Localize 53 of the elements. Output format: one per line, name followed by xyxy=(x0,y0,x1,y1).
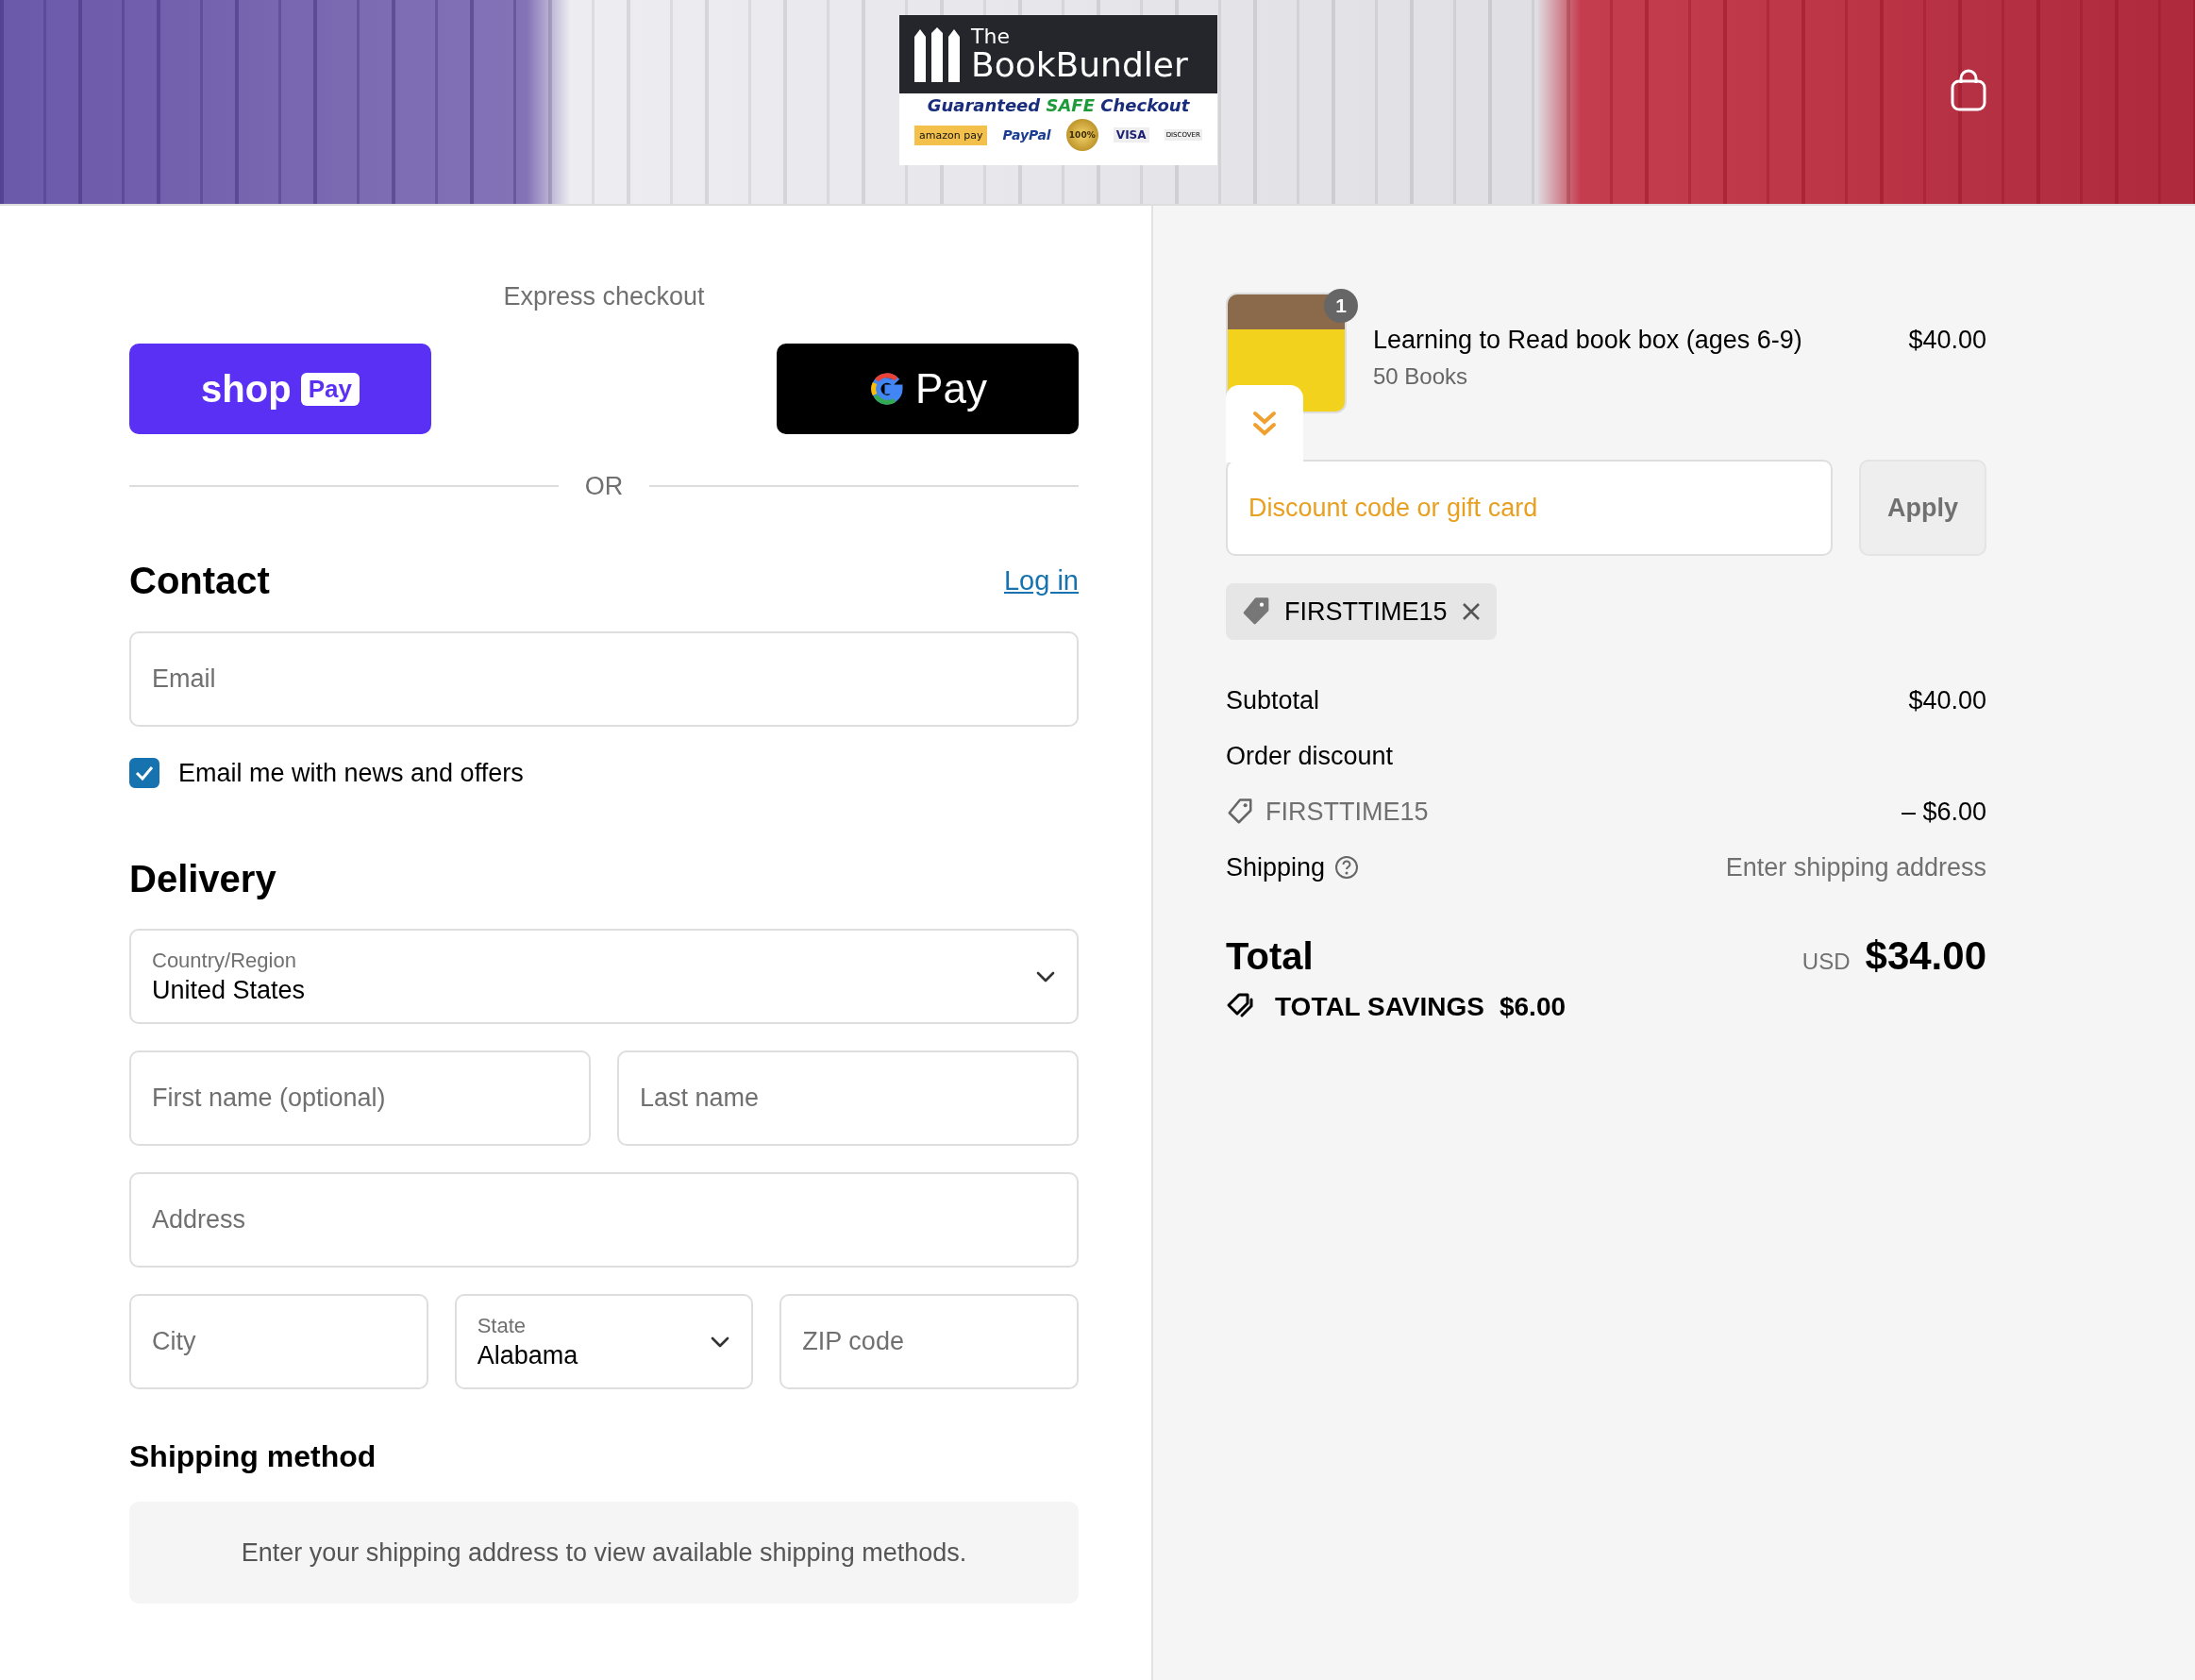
total-amount: $34.00 xyxy=(1865,933,1986,979)
select-field[interactable]: State Alabama xyxy=(454,1294,754,1389)
input-field[interactable]: Last name xyxy=(617,1050,1079,1146)
login-link[interactable]: Log in xyxy=(1004,564,1079,596)
payment-logo: amazon pay xyxy=(914,125,988,145)
summary-value: Enter shipping address xyxy=(1725,852,1986,883)
product-variant: 50 Books xyxy=(1373,362,1469,391)
shopping-bag-icon[interactable] xyxy=(1950,68,1987,111)
discount-code-label: FIRSTTIME15 xyxy=(1265,797,1429,828)
guarantee-seal: 100% xyxy=(1065,119,1098,151)
section-heading: Contact xyxy=(129,559,270,603)
checkbox-label: Email me with news and offers xyxy=(178,758,524,789)
section-heading: Shipping method xyxy=(129,1438,377,1475)
double-chevron-icon xyxy=(1252,410,1277,438)
tag-icon xyxy=(1241,596,1271,627)
summary-label: Shipping xyxy=(1226,852,1326,883)
currency-label: USD xyxy=(1801,949,1851,975)
input-field[interactable]: ZIP code xyxy=(779,1294,1079,1389)
chevron-down-icon xyxy=(1035,969,1056,983)
savings-amount: $6.00 xyxy=(1499,992,1567,1022)
checkmark-icon xyxy=(135,765,154,781)
help-icon[interactable] xyxy=(1334,855,1360,880)
chevron-down-icon xyxy=(710,1335,731,1349)
section-heading: Delivery xyxy=(129,857,277,901)
payment-logo: VISA xyxy=(1113,127,1149,143)
checkbox[interactable] xyxy=(129,758,159,788)
summary-value: – $6.00 xyxy=(1901,797,1986,828)
logo-text: The xyxy=(971,25,1011,47)
product-title: Learning to Read book box (ages 6-9) xyxy=(1373,325,1803,356)
total-label: Total xyxy=(1226,934,1314,978)
shop-pay-button[interactable]: shop Pay xyxy=(129,344,431,434)
section-label: Express checkout xyxy=(502,281,706,311)
discount-code-field[interactable]: Discount code or gift card xyxy=(1226,460,1833,556)
input-field[interactable]: City xyxy=(129,1294,428,1389)
select-field[interactable]: Country/Region United States xyxy=(129,929,1079,1024)
input-field[interactable]: Address xyxy=(129,1172,1079,1268)
product-price: $40.00 xyxy=(1908,325,1986,356)
divider-label: OR xyxy=(584,471,624,502)
summary-label: Order discount xyxy=(1226,741,1394,772)
payment-logo: PayPal xyxy=(1002,127,1051,143)
quantity-badge: 1 xyxy=(1324,289,1358,323)
logo-text: BookBundler xyxy=(971,46,1188,83)
input-field[interactable]: First name (optional) xyxy=(129,1050,591,1146)
remove-icon[interactable] xyxy=(1460,601,1482,622)
shipping-notice: Enter your shipping address to view available shipping methods. xyxy=(129,1502,1079,1604)
summary-label: Subtotal xyxy=(1226,685,1320,716)
email-field[interactable]: Email xyxy=(129,631,1079,727)
savings-label: TOTAL SAVINGS xyxy=(1275,992,1484,1022)
google-pay-button[interactable]: Pay xyxy=(777,344,1079,434)
safe-checkout-text: Guaranteed SAFE Checkout xyxy=(926,95,1191,115)
discount-code-label: FIRSTTIME15 xyxy=(1284,596,1448,627)
summary-value: $40.00 xyxy=(1908,685,1986,716)
tag-icon xyxy=(1226,798,1254,826)
